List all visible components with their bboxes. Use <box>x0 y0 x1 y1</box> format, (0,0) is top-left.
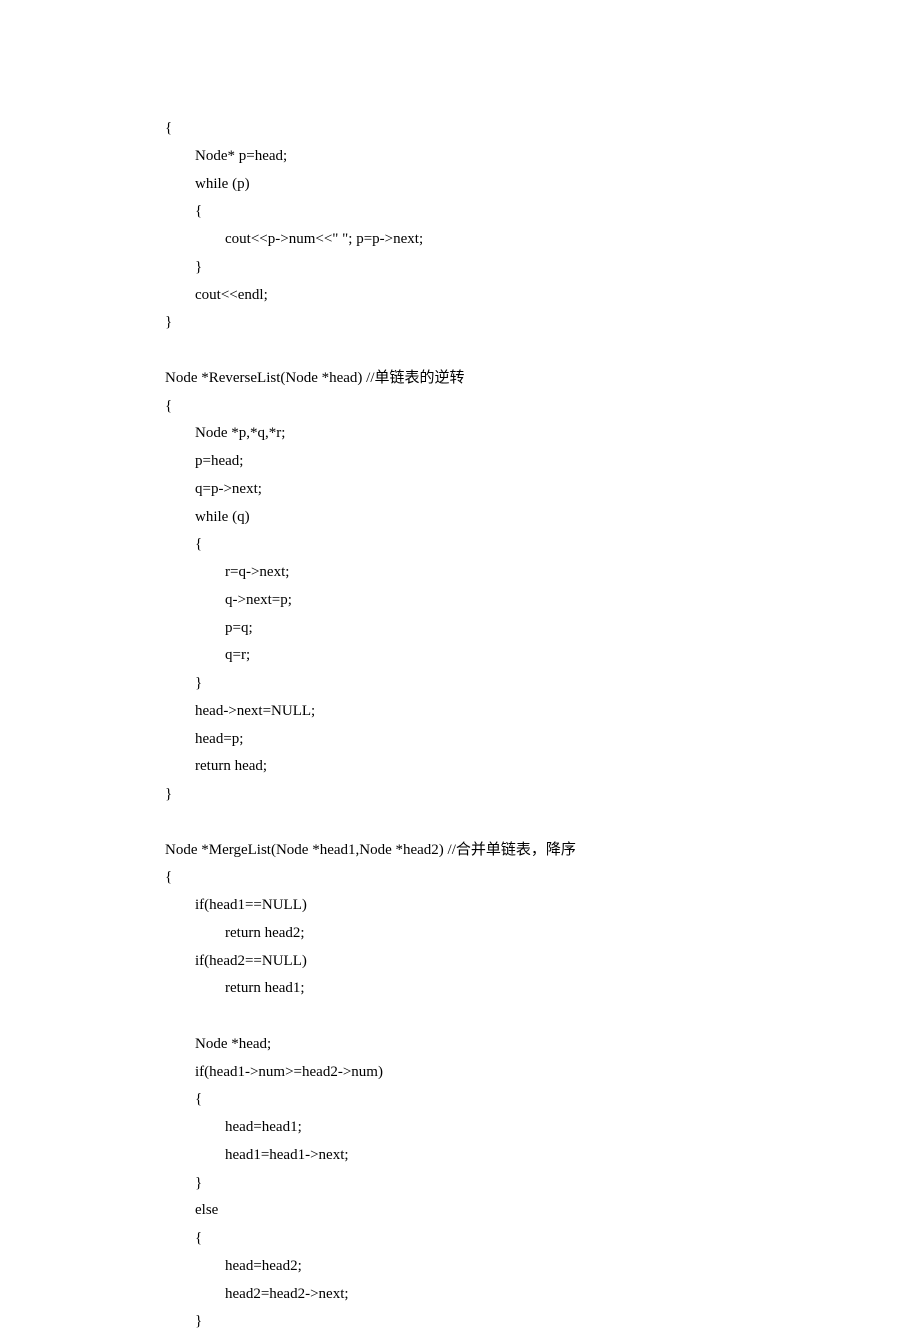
code-block: { Node* p=head; while (p) { cout<<p->num… <box>165 120 576 1329</box>
code-page: { Node* p=head; while (p) { cout<<p->num… <box>0 0 920 1336</box>
